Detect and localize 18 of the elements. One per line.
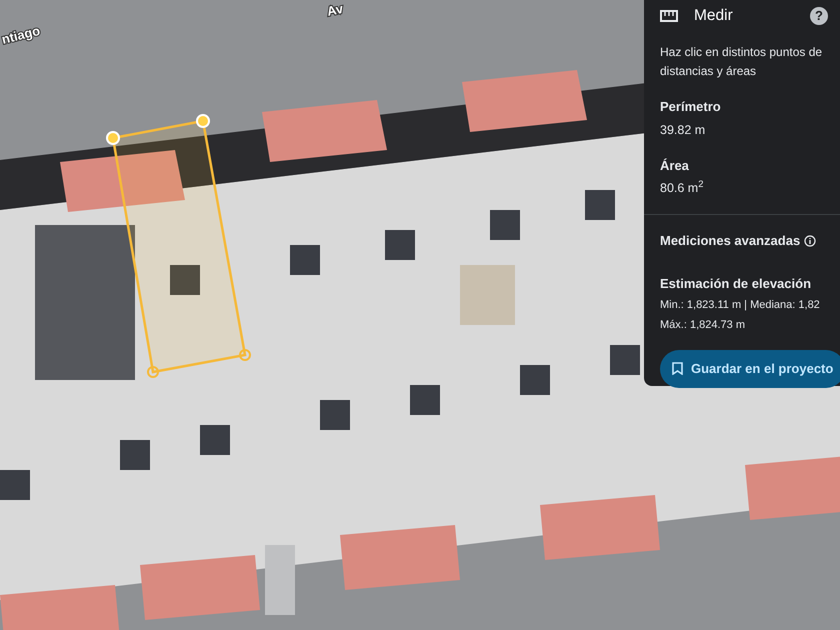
advanced-label: Mediciones avanzadas [660, 232, 800, 250]
instructions-text: Haz clic en distintos puntos de distancias y áreas [660, 44, 824, 80]
help-icon[interactable]: ? [810, 6, 828, 25]
metric-label: Área [660, 156, 690, 174]
metric-value: 39.82 m [660, 122, 706, 139]
metric-label: Perímetro [660, 98, 722, 116]
metric-value: 80.6 m$^{2}$ [660, 179, 704, 197]
measurement-polygon[interactable] [106, 114, 251, 378]
panel-title: Medir [694, 6, 734, 26]
info-icon[interactable] [804, 234, 816, 246]
save-button[interactable]: Guardar en el proyecto [660, 350, 840, 388]
elevation-value: Máx.: 1,824.73 m [660, 318, 745, 333]
ruler-icon [660, 10, 678, 22]
bookmark-icon [672, 362, 683, 376]
elevation-label: Estimación de elevación [660, 275, 812, 294]
street-label: Av [326, 0, 344, 19]
street-label: ntiago [0, 22, 42, 47]
elevation-value: Min.: 1,823.11 m | Mediana: 1,82 [660, 298, 820, 313]
